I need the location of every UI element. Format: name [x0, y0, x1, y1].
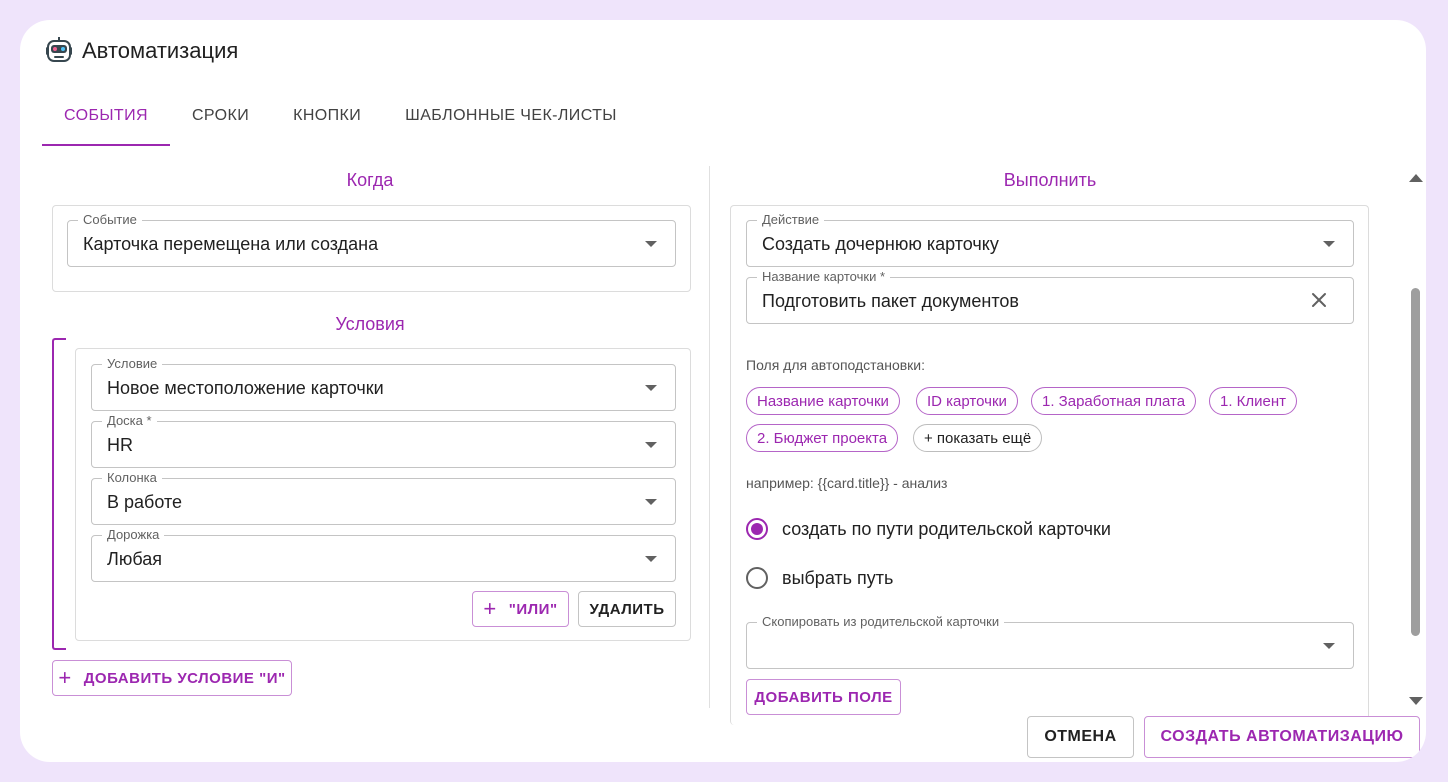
dialog-header: Автоматизация	[44, 36, 238, 66]
dropdown-arrow-icon	[645, 442, 657, 448]
chip-card-title[interactable]: Название карточки	[746, 387, 900, 415]
scrollbar-thumb[interactable]	[1411, 288, 1420, 636]
lane-value: Любая	[107, 549, 162, 569]
show-more-chip[interactable]: + показать ещё	[913, 424, 1043, 452]
dropdown-arrow-icon	[645, 499, 657, 505]
action-value: Создать дочернюю карточку	[762, 234, 999, 254]
radio-choose-path[interactable]: выбрать путь	[746, 567, 893, 589]
add-field-button[interactable]: ДОБАВИТЬ ПОЛЕ	[746, 679, 901, 715]
or-button-label: "ИЛИ"	[508, 600, 558, 618]
or-condition-button[interactable]: + "ИЛИ"	[472, 591, 569, 627]
dropdown-arrow-icon	[645, 241, 657, 247]
card-name-input[interactable]: Название карточки * Подготовить пакет до…	[746, 269, 1354, 324]
plus-icon: +	[58, 665, 72, 690]
when-panel: Событие Карточка перемещена или создана	[52, 205, 691, 292]
dropdown-arrow-icon	[645, 385, 657, 391]
tab-checklist-templates[interactable]: ШАБЛОННЫЕ ЧЕК-ЛИСТЫ	[383, 92, 639, 146]
execute-title: Выполнить	[1003, 170, 1097, 190]
robot-icon	[46, 37, 72, 62]
chip-card-id[interactable]: ID карточки	[916, 387, 1018, 415]
add-and-condition-button[interactable]: + ДОБАВИТЬ УСЛОВИЕ "И"	[52, 660, 292, 696]
when-title: Когда	[346, 170, 394, 190]
chip-client[interactable]: 1. Клиент	[1209, 387, 1298, 415]
add-and-button-label: ДОБАВИТЬ УСЛОВИЕ "И"	[83, 669, 286, 687]
clear-icon[interactable]	[1309, 290, 1329, 310]
dropdown-arrow-icon	[645, 556, 657, 562]
card-name-value: Подготовить пакет документов	[762, 291, 1019, 311]
tab-events[interactable]: СОБЫТИЯ	[42, 92, 170, 146]
automation-dialog: Автоматизация СОБЫТИЯ СРОКИ КНОПКИ ШАБЛО…	[20, 20, 1426, 762]
tab-buttons[interactable]: КНОПКИ	[271, 92, 383, 146]
column-divider	[709, 166, 710, 708]
tab-bar: СОБЫТИЯ СРОКИ КНОПКИ ШАБЛОННЫЕ ЧЕК-ЛИСТЫ	[42, 92, 639, 146]
action-label: Действие	[757, 212, 825, 228]
example-hint: например: {{card.title}} - анализ	[746, 475, 948, 491]
radio-unchecked-icon	[746, 567, 768, 589]
column-label: Колонка	[102, 470, 162, 486]
condition-select[interactable]: Условие Новое местоположение карточки	[91, 356, 676, 411]
plus-icon: +	[483, 596, 497, 621]
lane-select[interactable]: Дорожка Любая	[91, 527, 676, 582]
chip-salary[interactable]: 1. Заработная плата	[1031, 387, 1197, 415]
chip-project-budget[interactable]: 2. Бюджет проекта	[746, 424, 899, 452]
event-label: Событие	[78, 212, 142, 228]
conditions-title: Условия	[335, 314, 405, 334]
copy-from-parent-select[interactable]: Скопировать из родительской карточки	[746, 614, 1354, 669]
scroll-up-icon[interactable]	[1409, 174, 1423, 182]
scroll-down-icon[interactable]	[1409, 697, 1423, 705]
radio-choose-path-label: выбрать путь	[782, 567, 894, 588]
condition-value: Новое местоположение карточки	[107, 378, 384, 398]
dropdown-arrow-icon	[1323, 643, 1335, 649]
radio-parent-path-label: создать по пути родительской карточки	[782, 518, 1111, 539]
column-value: В работе	[107, 492, 183, 512]
column-select[interactable]: Колонка В работе	[91, 470, 676, 525]
board-select[interactable]: Доска * HR	[91, 413, 676, 468]
event-select[interactable]: Событие Карточка перемещена или создана	[67, 212, 676, 267]
board-value: HR	[107, 435, 133, 455]
dropdown-arrow-icon	[1323, 241, 1335, 247]
dialog-title: Автоматизация	[82, 38, 239, 63]
board-label: Доска *	[102, 413, 157, 429]
radio-checked-icon	[746, 518, 768, 540]
condition-group-panel: Условие Новое местоположение карточки До…	[75, 348, 691, 641]
event-value: Карточка перемещена или создана	[83, 234, 379, 254]
execute-panel: Действие Создать дочернюю карточку Назва…	[730, 205, 1369, 725]
create-automation-button[interactable]: СОЗДАТЬ АВТОМАТИЗАЦИЮ	[1144, 716, 1420, 758]
lane-label: Дорожка	[102, 527, 165, 543]
card-name-label: Название карточки *	[757, 269, 890, 285]
copy-from-parent-label: Скопировать из родительской карточки	[757, 614, 1005, 630]
condition-label: Условие	[102, 356, 163, 372]
delete-condition-button[interactable]: УДАЛИТЬ	[578, 591, 676, 627]
tab-deadlines[interactable]: СРОКИ	[170, 92, 271, 146]
autofill-label: Поля для автоподстановки:	[746, 357, 926, 373]
conditions-bracket	[52, 338, 66, 650]
cancel-button[interactable]: ОТМЕНА	[1027, 716, 1134, 758]
radio-parent-path[interactable]: создать по пути родительской карточки	[746, 518, 1111, 540]
scrollbar[interactable]	[1408, 170, 1423, 705]
action-select[interactable]: Действие Создать дочернюю карточку	[746, 212, 1354, 267]
